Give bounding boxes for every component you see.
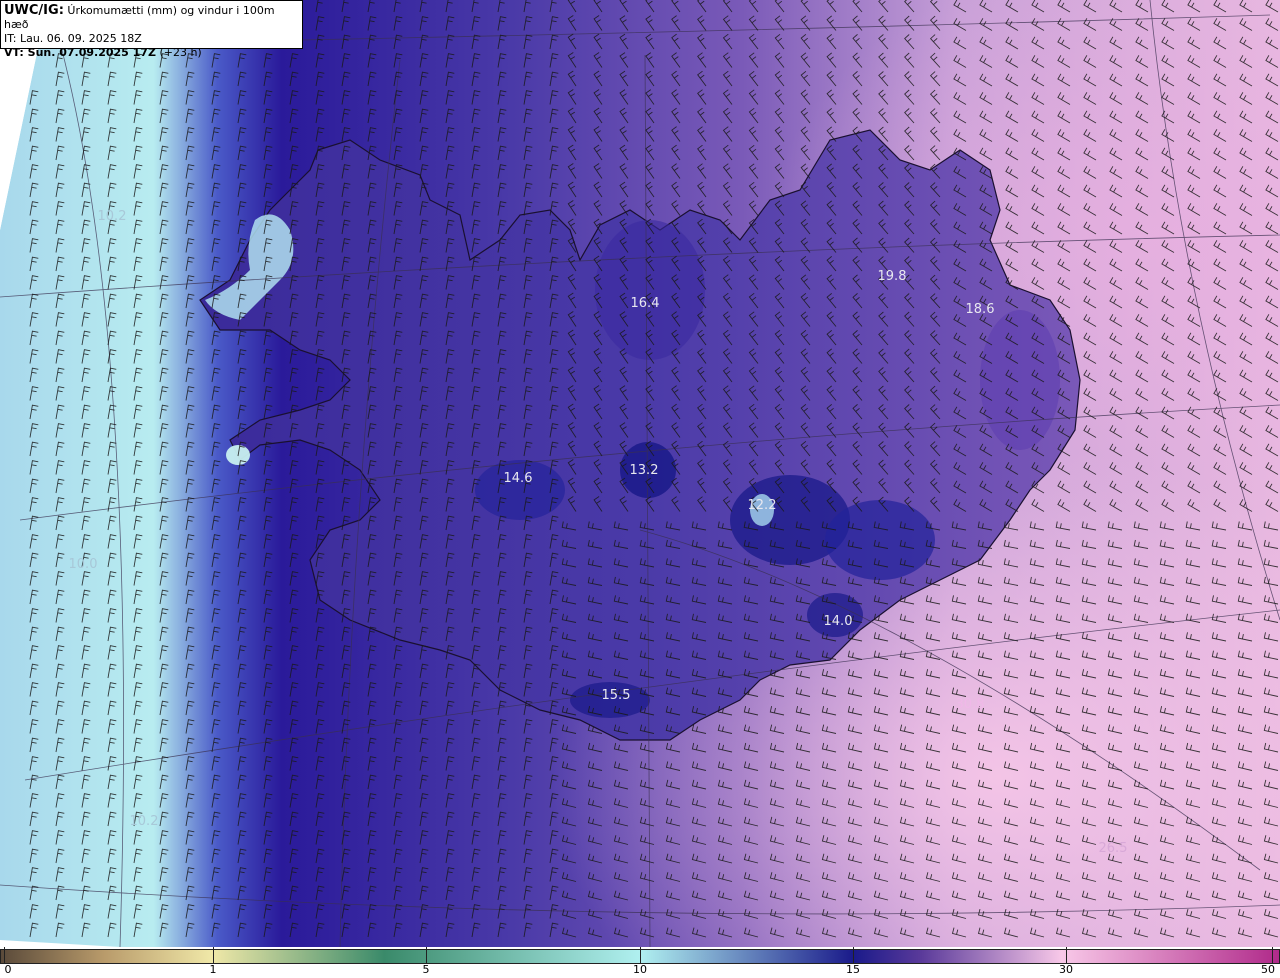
colorbar-tick-label: 0 (4, 963, 12, 976)
map-value-label: 10.0 (69, 557, 98, 572)
map-value-label: 14.0 (824, 614, 853, 629)
map-value-label: 19.8 (878, 269, 907, 284)
colorbar-tick-label: 15 (846, 963, 860, 976)
weather-map: 16.4 19.8 18.6 14.6 13.2 12.2 14.0 15.5 … (0, 0, 1280, 947)
colorbar-tick (853, 947, 854, 963)
colorbar-tick (213, 947, 214, 963)
colorbar-tick (1272, 947, 1273, 963)
map-value-label: 15.5 (602, 688, 631, 703)
low-pw-pocket (475, 460, 565, 520)
colorbar-tick-label: 5 (422, 963, 430, 976)
title-line-1: UWC/IG: Úrkomumætti (mm) og vindur i 100… (4, 4, 299, 32)
highland-patch (980, 310, 1060, 450)
map-value-label: 18.6 (966, 302, 995, 317)
map-value-label: 14.6 (504, 471, 533, 486)
colorbar-tick (640, 947, 641, 963)
colorbar-tick-label: 50 (1261, 963, 1275, 976)
init-time: IT: Lau. 06. 09. 2025 18Z (4, 32, 142, 45)
map-value-label: 10.2 (98, 209, 127, 224)
model-tag: UWC/IG: (4, 3, 64, 18)
colorbar-tick-label: 30 (1059, 963, 1073, 976)
colorbar: 0 1 5 10 15 30 50 (0, 947, 1280, 978)
valid-time: VT: Sun. 07.09.2025 17Z (4, 46, 156, 59)
colorbar-tick (1066, 947, 1067, 963)
colorbar-tick-label: 10 (633, 963, 647, 976)
map-value-label: 26.5 (1099, 841, 1128, 856)
map-value-label: 12.2 (748, 498, 777, 513)
map-value-label: 16.4 (631, 296, 660, 311)
title-line-3: VT: Sun. 07.09.2025 17Z (+23 h) (4, 46, 299, 60)
low-pw-pocket (825, 500, 935, 580)
colorbar-tick (426, 947, 427, 963)
map-value-label: 10.2 (130, 814, 159, 829)
map-title-box: UWC/IG: Úrkomumætti (mm) og vindur i 100… (0, 0, 303, 59)
forecast-offset: (+23 h) (159, 46, 202, 59)
colorbar-tick-label: 1 (209, 963, 217, 976)
colorbar-tick (4, 947, 5, 963)
map-value-label: 30.8 (956, 697, 985, 712)
map-value-label: 13.2 (630, 463, 659, 478)
